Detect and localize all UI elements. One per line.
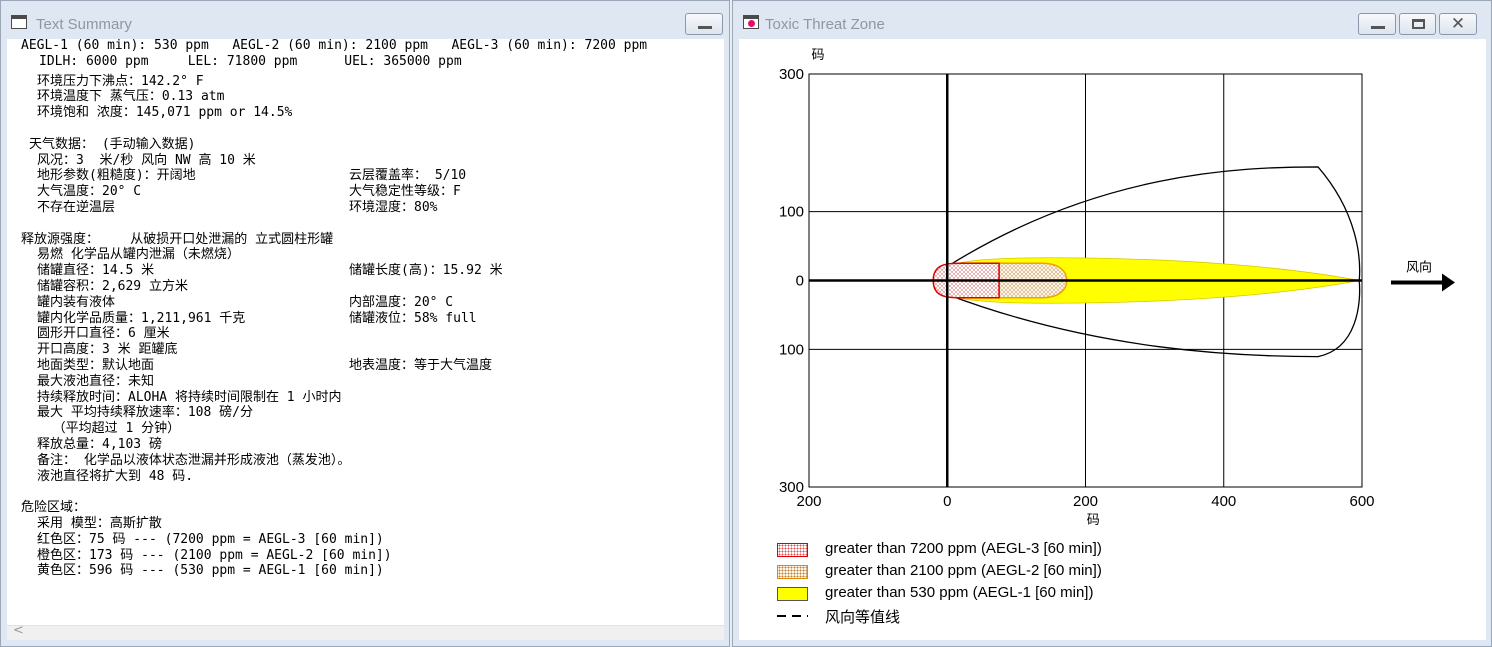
summary-line: 不存在逆温层 <box>37 200 116 215</box>
legend-item: 风向等值线 <box>777 607 1197 626</box>
legend-label: greater than 530 ppm (AEGL-1 [60 min]) <box>825 584 1094 601</box>
legend-swatch-red <box>777 543 808 557</box>
threat-close-button[interactable]: ✕ <box>1439 13 1477 35</box>
summary-line: 环境湿度：80% <box>349 200 438 215</box>
summary-line: AEGL-1 (60 min): 530 ppm AEGL-2 (60 min)… <box>21 39 648 53</box>
text-minimize-button[interactable] <box>685 13 723 35</box>
threat-maximize-button[interactable] <box>1399 13 1436 35</box>
legend-label: 风向等值线 <box>825 609 901 626</box>
threat-zone-title: Toxic Threat Zone <box>765 16 885 33</box>
wind-direction-label: 风向 <box>1406 260 1432 275</box>
y-tick-label: 0 <box>796 273 804 290</box>
threat-zone-titlebar[interactable]: Toxic Threat Zone ✕ <box>733 1 1491 39</box>
maximize-icon <box>1412 19 1425 29</box>
scroll-left-arrow-icon[interactable]: < <box>13 623 24 638</box>
legend-item: greater than 7200 ppm (AEGL-3 [60 min]) <box>777 540 1197 559</box>
summary-line: 液池直径将扩大到 48 码. <box>37 468 194 484</box>
summary-line: 环境饱和 浓度：145,071 ppm or 14.5% <box>37 105 293 121</box>
text-window-icon <box>11 15 27 29</box>
y-tick-label: 300 <box>779 479 804 496</box>
minimize-icon <box>698 26 712 29</box>
threat-minimize-button[interactable] <box>1358 13 1396 35</box>
summary-line: IDLH: 6000 ppm LEL: 71800 ppm UEL: 36500… <box>39 53 462 69</box>
y-tick-label: 100 <box>779 204 804 221</box>
y-axis-label: 码 <box>811 47 824 62</box>
y-tick-label: 100 <box>779 341 804 358</box>
x-axis-label: 码 <box>1087 512 1100 527</box>
summary-line: 地表温度：等于大气温度 <box>349 358 493 373</box>
horizontal-scrollbar[interactable]: < <box>7 623 724 640</box>
text-summary-titlebar[interactable]: Text Summary <box>1 1 729 39</box>
x-tick-label: 200 <box>1073 493 1098 510</box>
legend-label: greater than 2100 ppm (AEGL-2 [60 min]) <box>825 562 1102 579</box>
summary-line: 储罐长度(高)：15.92 米 <box>349 263 503 279</box>
x-tick-label: 600 <box>1349 493 1374 510</box>
summary-line: 黄色区：596 码 --- (530 ppm = AEGL-1 [60 min]… <box>37 563 384 579</box>
toxic-threat-zone-window: Toxic Threat Zone ✕ 200 0 200 400 600 30… <box>732 0 1492 647</box>
legend-swatch-orange <box>777 565 808 579</box>
legend-label: greater than 7200 ppm (AEGL-3 [60 min]) <box>825 540 1102 557</box>
wind-direction-arrow-icon <box>1391 273 1455 292</box>
x-tick-label: 0 <box>943 493 951 510</box>
minimize-icon <box>1371 26 1385 29</box>
legend-swatch-yellow <box>777 587 808 601</box>
threat-zone-content: 200 0 200 400 600 300 100 0 100 300 码码风向 greater t… <box>739 39 1486 640</box>
text-summary-window: Text Summary AEGL-1 (60 min): 530 ppm AE… <box>0 0 730 647</box>
legend-item: greater than 530 ppm (AEGL-1 [60 min]) <box>777 584 1197 603</box>
text-summary-title: Text Summary <box>36 16 132 33</box>
close-icon: ✕ <box>1450 14 1466 34</box>
summary-line: 储罐液位：58% full <box>349 310 477 326</box>
legend-swatch-dash <box>777 615 808 617</box>
y-tick-label: 300 <box>779 66 804 83</box>
legend-item: greater than 2100 ppm (AEGL-2 [60 min]) <box>777 562 1197 581</box>
text-summary-content[interactable]: AEGL-1 (60 min): 530 ppm AEGL-2 (60 min)… <box>7 39 724 628</box>
threat-window-icon <box>743 15 759 29</box>
x-tick-label: 400 <box>1211 493 1236 510</box>
